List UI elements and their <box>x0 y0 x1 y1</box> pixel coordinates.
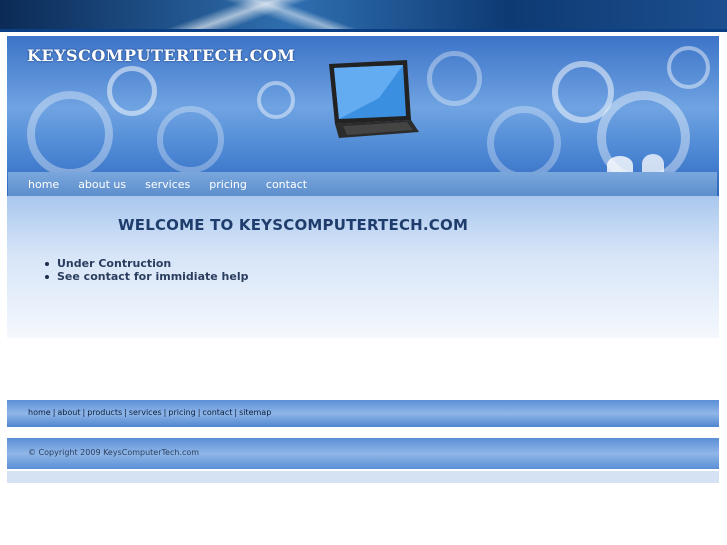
footer-link-services[interactable]: services <box>129 408 162 417</box>
footer-separator: | <box>124 408 127 417</box>
list-item-text: Under Contruction <box>57 257 172 270</box>
footer-separator: | <box>234 408 238 417</box>
swirl-decoration <box>157 106 224 173</box>
copyright-text: © Copyright 2009 KeysComputerTech.com <box>28 448 200 457</box>
nav-home[interactable]: home <box>28 178 59 191</box>
dome-decoration <box>642 154 664 174</box>
laptop-icon <box>329 60 419 138</box>
welcome-heading: WELCOME TO KEYSCOMPUTERTECH.COM <box>118 216 469 234</box>
nav-about-us[interactable]: about us <box>78 178 126 191</box>
nav-services[interactable]: services <box>145 178 190 191</box>
footer-separator: | <box>52 408 56 417</box>
bullet-icon <box>45 275 49 279</box>
main-nav: home about us services pricing contact <box>8 172 717 196</box>
footer-link-products[interactable]: products <box>87 408 122 417</box>
swirl-decoration <box>27 91 113 177</box>
bullet-icon <box>45 262 49 266</box>
bottom-band <box>7 471 719 483</box>
notice-list: Under Contruction See contact for immidi… <box>45 258 249 284</box>
footer-links: home | about | products | services | pricing | con… <box>28 408 271 417</box>
footer-link-home[interactable]: home <box>28 408 51 417</box>
nav-contact[interactable]: contact <box>266 178 307 191</box>
swirl-decoration <box>667 46 710 89</box>
footer-separator: | <box>163 408 167 417</box>
swirl-decoration <box>487 106 561 180</box>
main-content: WELCOME TO KEYSCOMPUTERTECH.COM Under Co… <box>7 196 719 338</box>
site-title: KEYSCOMPUTERTECH.COM <box>27 46 296 65</box>
list-item-text: See contact for immidiate help <box>57 270 249 283</box>
nav-pricing[interactable]: pricing <box>209 178 247 191</box>
footer-separator: | <box>82 408 86 417</box>
swirl-decoration <box>427 51 482 106</box>
list-item: Under Contruction <box>45 258 249 270</box>
footer-links-bar: home | about | products | services | pricing | con… <box>7 400 719 427</box>
swirl-decoration <box>257 81 295 119</box>
list-item: See contact for immidiate help <box>45 271 249 283</box>
footer-link-sitemap[interactable]: sitemap <box>239 408 271 417</box>
footer-link-contact[interactable]: contact <box>202 408 232 417</box>
footer-separator: | <box>197 408 201 417</box>
swirl-decoration <box>107 66 157 116</box>
top-decorative-strip <box>0 0 727 32</box>
footer-copyright-bar: © Copyright 2009 KeysComputerTech.com <box>7 438 719 469</box>
footer-link-pricing[interactable]: pricing <box>168 408 195 417</box>
footer-link-about[interactable]: about <box>57 408 80 417</box>
